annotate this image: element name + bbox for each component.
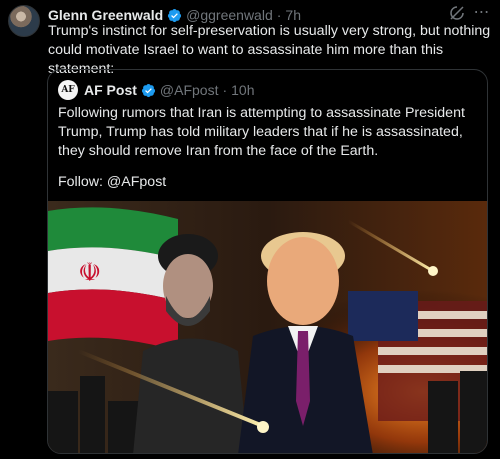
quoted-tweet[interactable]: AF AF Post @AFpost · 10h Following rumor… bbox=[47, 69, 488, 454]
svg-text:☫: ☫ bbox=[78, 258, 101, 288]
author-name[interactable]: Glenn Greenwald bbox=[48, 7, 163, 23]
verified-badge-icon bbox=[167, 8, 182, 23]
separator-dot: · bbox=[276, 7, 282, 23]
quoted-tweet-text: Following rumors that Iran is attempting… bbox=[58, 105, 465, 159]
more-options-icon[interactable]: ⋯ bbox=[472, 4, 492, 22]
quoted-author-handle[interactable]: @AFpost bbox=[160, 82, 219, 98]
separator-dot: · bbox=[222, 82, 228, 98]
verified-badge-icon bbox=[141, 83, 156, 98]
quoted-tweet-time[interactable]: 10h bbox=[231, 82, 254, 98]
quoted-tweet-header: AF AF Post @AFpost · 10h bbox=[58, 80, 255, 100]
missile-flare bbox=[257, 421, 269, 433]
quoted-tweet-follow: Follow: @AFpost bbox=[58, 174, 167, 190]
quoted-author-avatar[interactable]: AF bbox=[58, 80, 78, 100]
tweet-time[interactable]: 7h bbox=[285, 7, 301, 23]
author-handle[interactable]: @ggreenwald bbox=[186, 7, 273, 23]
grok-icon[interactable] bbox=[448, 4, 466, 22]
quoted-author-name[interactable]: AF Post bbox=[84, 82, 137, 98]
author-avatar[interactable] bbox=[8, 5, 40, 37]
quoted-tweet-image[interactable]: ☫ bbox=[48, 201, 487, 453]
iran-flag: ☫ bbox=[48, 207, 178, 351]
missile-flare bbox=[428, 266, 438, 276]
tweet[interactable]: Glenn Greenwald @ggreenwald · 7h ⋯ Trump… bbox=[0, 0, 500, 459]
